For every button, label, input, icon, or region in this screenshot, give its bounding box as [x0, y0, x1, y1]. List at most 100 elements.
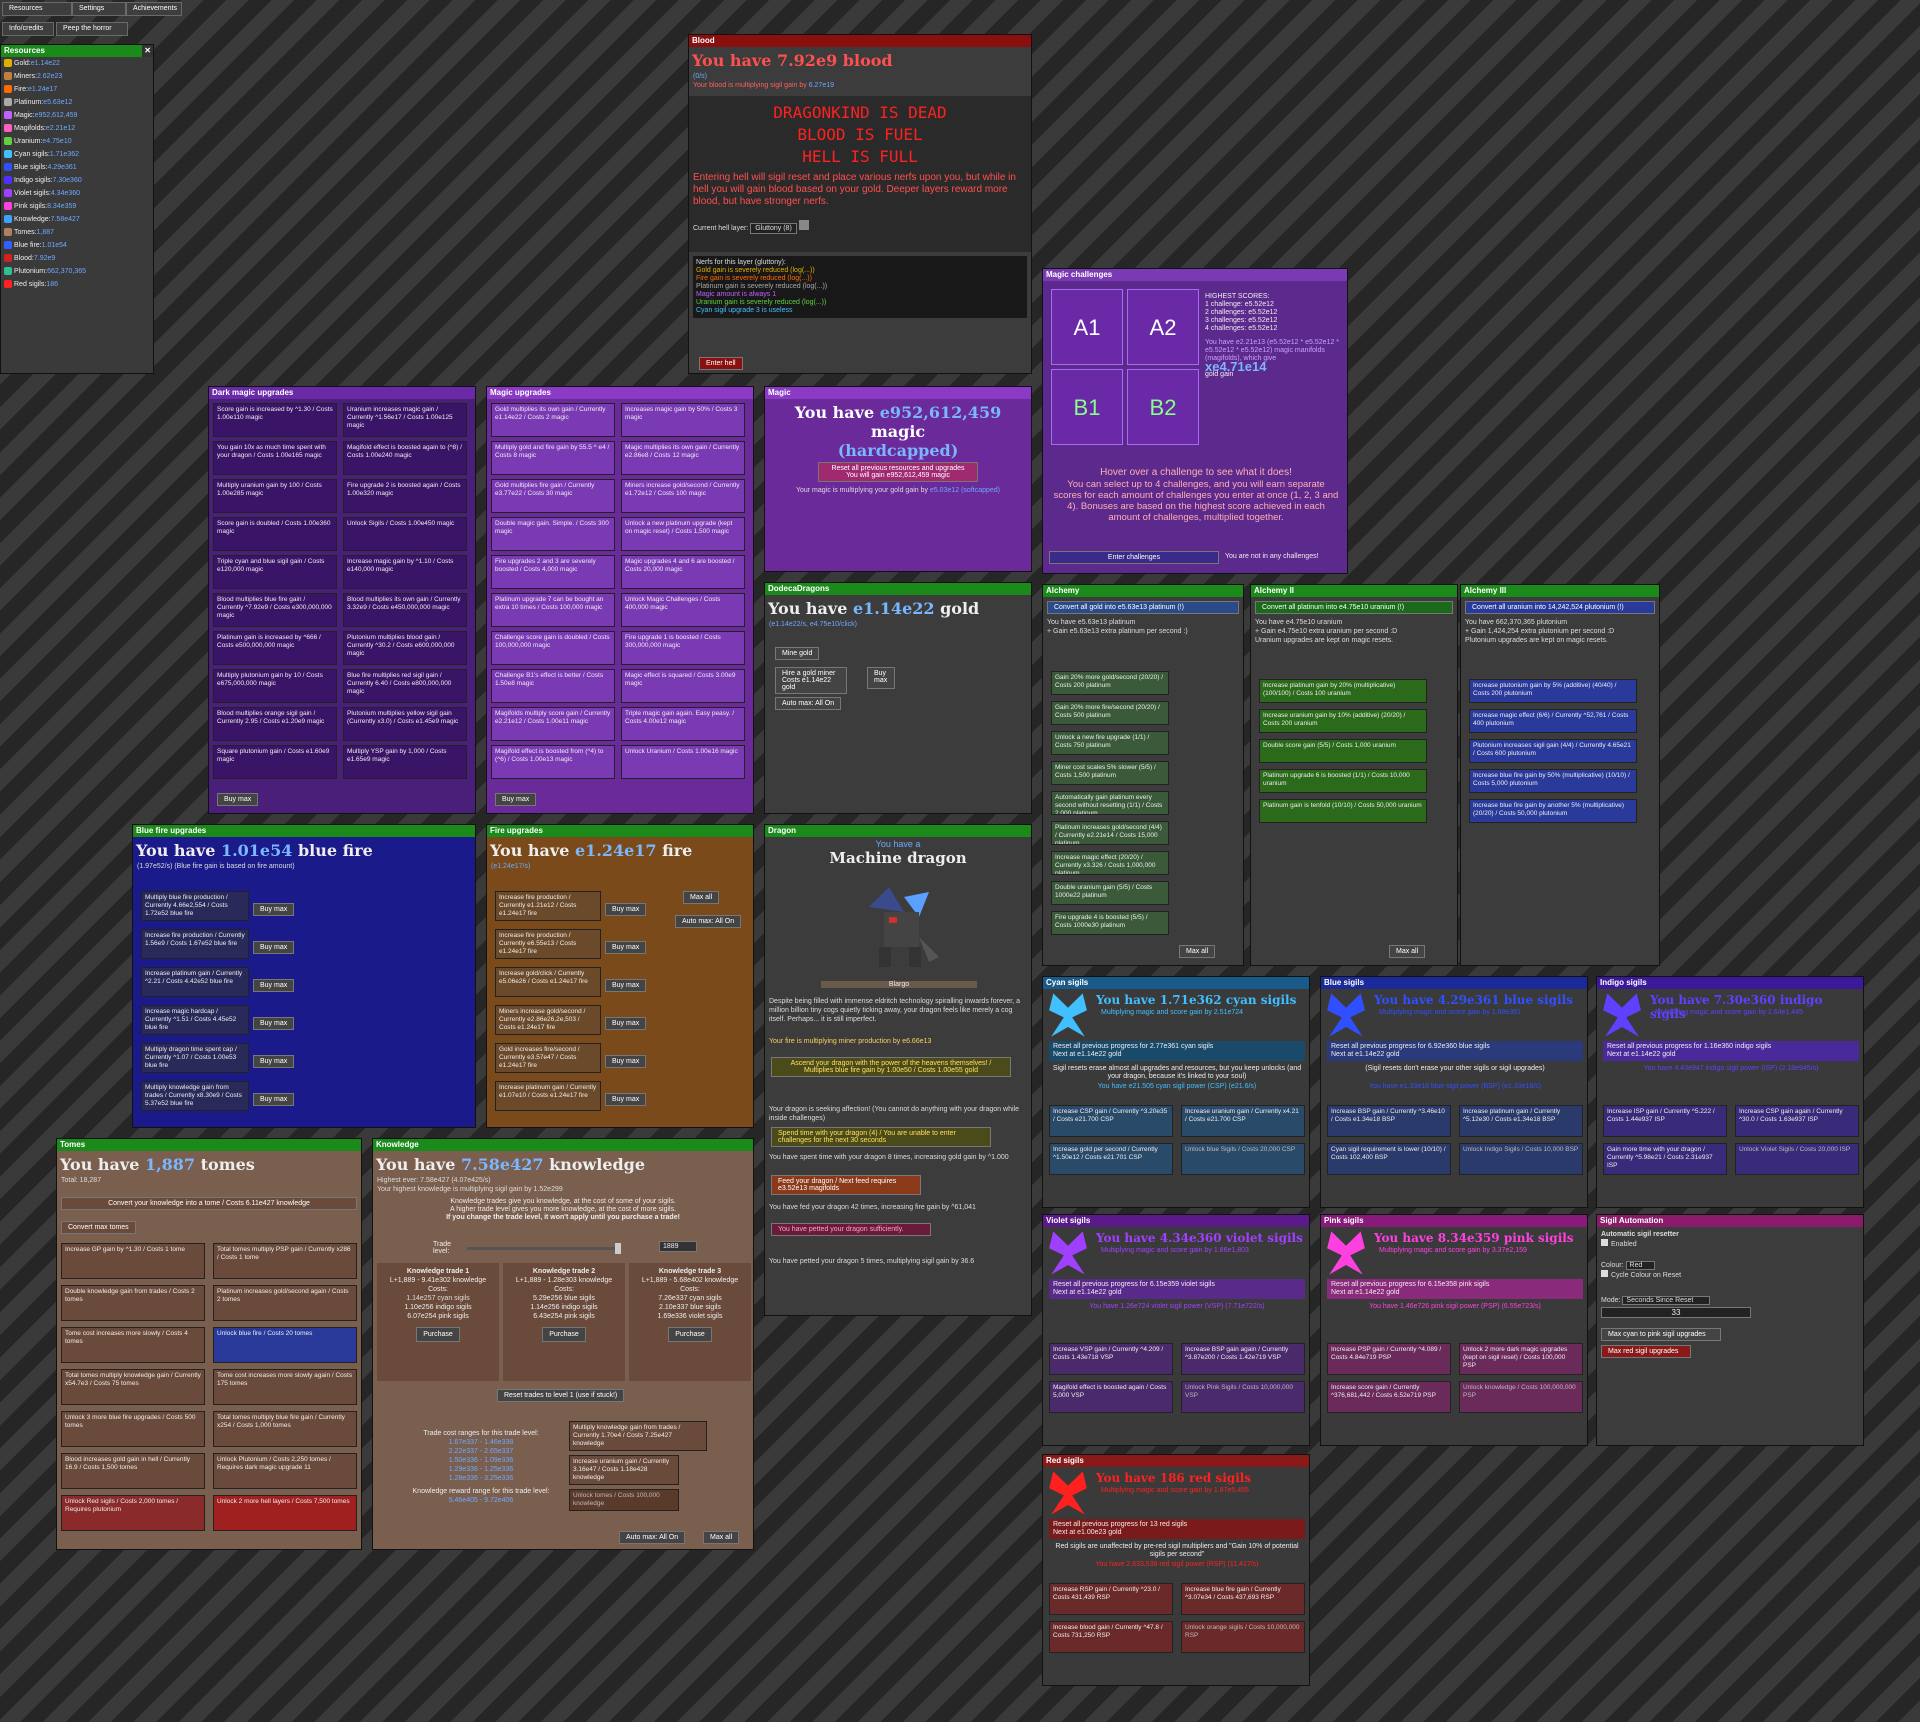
upgrade-button[interactable]: Multiply YSP gain by 1,000 / Costs e1.65… [343, 745, 467, 779]
upgrade-button[interactable]: Magic multiplies its own gain / Currentl… [621, 441, 745, 475]
knowledge-auto-button[interactable]: Auto max: All On [619, 1531, 686, 1544]
upgrade-button[interactable]: Blood multiplies its own gain / Currentl… [343, 593, 467, 627]
tome-upgrade[interactable]: Total tomes multiply PSP gain / Currentl… [213, 1243, 357, 1279]
bluesig-sigil-reset-button[interactable]: Reset all previous progress for 6.92e360… [1327, 1041, 1583, 1061]
pink-sigil-upgrade[interactable]: Unlock 2 more dark magic upgrades (kept … [1459, 1343, 1583, 1375]
knowledge-upgrade-1[interactable]: Multiply knowledge gain from trades / Cu… [569, 1421, 707, 1451]
upgrade-button[interactable]: Blood multiplies orange sigil gain / Cur… [213, 707, 337, 741]
cyan-sigil-upgrade[interactable]: Increase CSP gain / Currently ^3.20e35 /… [1049, 1105, 1173, 1137]
upgrade-button[interactable]: Multiply dragon time spent cap / Current… [141, 1043, 249, 1073]
upgrade-button[interactable]: Gold increases fire/second / Currently e… [495, 1043, 601, 1073]
upgrade-button[interactable]: Challenge score gain is doubled / Costs … [491, 631, 615, 665]
pink-sigil-upgrade[interactable]: Increase PSP gain / Currently ^4.089 / C… [1327, 1343, 1451, 1375]
reset-trades-button[interactable]: Reset trades to level 1 (use if stuck!) [497, 1389, 625, 1402]
convert-gold-button[interactable]: Convert all gold into e5.63e13 platinum … [1047, 601, 1239, 614]
upgrade-button[interactable]: Unlock Sigils / Costs 1.00e450 magic [343, 517, 467, 551]
convert-uranium-button[interactable]: Convert all uranium into 14,242,524 plut… [1465, 601, 1655, 614]
upgrade-button[interactable]: Fire upgrade 1 is boosted / Costs 300,00… [621, 631, 745, 665]
tome-upgrade[interactable]: Double knowledge gain from trades / Cost… [61, 1285, 205, 1321]
cycle-checkbox[interactable] [1601, 1270, 1608, 1277]
cyan-sigil-upgrade[interactable]: Unlock blue Sigils / Costs 20,000 CSP [1181, 1143, 1305, 1175]
indigo-sigil-upgrade[interactable]: Unlock Violet Sigils / Costs 20,000 ISP [1735, 1143, 1859, 1175]
upgrade-button[interactable]: Multiply knowledge gain from trades / Cu… [141, 1081, 249, 1111]
upgrade-button[interactable]: Platinum increases gold/second (4/4) / C… [1051, 821, 1169, 845]
upgrade-button[interactable]: Increase blue fire gain by 50% (multipli… [1469, 769, 1637, 793]
tome-upgrade[interactable]: Tome cost increases more slowly / Costs … [61, 1327, 205, 1363]
upgrade-button[interactable]: Unlock a new platinum upgrade (kept on m… [621, 517, 745, 551]
upgrade-button[interactable]: Gain 20% more gold/second (20/20) / Cost… [1051, 671, 1169, 695]
indigo-sigil-reset-button[interactable]: Reset all previous progress for 1.16e360… [1603, 1041, 1859, 1061]
purchase-trade-3[interactable]: Purchase [668, 1327, 712, 1342]
upgrade-button[interactable]: Triple magic gain again. Easy peasy. / C… [621, 707, 745, 741]
bluesig-sigil-upgrade[interactable]: Cyan sigil requirement is lower (10/10) … [1327, 1143, 1451, 1175]
buy-max-button[interactable]: Buy max [253, 941, 295, 954]
upgrade-button[interactable]: Increase platinum gain by 20% (multiplic… [1259, 679, 1427, 703]
tome-upgrade[interactable]: Increase GP gain by ^1.30 / Costs 1 tome [61, 1243, 205, 1279]
upgrade-button[interactable]: Increase magic effect (20/20) / Currentl… [1051, 851, 1169, 875]
alchemy2-max-all-button[interactable]: Max all [1389, 945, 1426, 958]
upgrade-button[interactable]: Miners increase gold/second / Currently … [495, 1005, 601, 1035]
tome-upgrade[interactable]: Unlock Red sigils / Costs 2,000 tomes / … [61, 1495, 205, 1531]
indigo-sigil-upgrade[interactable]: Gain more time with your dragon / Curren… [1603, 1143, 1727, 1175]
tome-upgrade[interactable]: Platinum increases gold/second again / C… [213, 1285, 357, 1321]
dragon-image[interactable] [849, 877, 949, 977]
upgrade-button[interactable]: Square plutonium gain / Costs e1.60e9 ma… [213, 745, 337, 779]
upgrade-button[interactable]: Blue fire multiplies red sigil gain / Cu… [343, 669, 467, 703]
upgrade-button[interactable]: Increase fire production / Currently e6.… [495, 929, 601, 959]
trade-level-input[interactable]: 1889 [659, 1241, 697, 1252]
alchemy-max-all-button[interactable]: Max all [1179, 945, 1216, 958]
upgrade-button[interactable]: Unlock Magic Challenges / Costs 400,000 … [621, 593, 745, 627]
red-sigil-reset-button[interactable]: Reset all previous progress for 13 red s… [1049, 1519, 1305, 1539]
bluesig-sigil-upgrade[interactable]: Unlock Indigo Sigils / Costs 10,000 BSP [1459, 1143, 1583, 1175]
cyan-sigil-upgrade[interactable]: Increase gold per second / Currently ^1.… [1049, 1143, 1173, 1175]
buy-max-button[interactable]: Buy max [253, 1055, 295, 1068]
upgrade-button[interactable]: Increase fire production / Currently e1.… [495, 891, 601, 921]
upgrade-button[interactable]: Fire upgrades 2 and 3 are severely boost… [491, 555, 615, 589]
upgrade-button[interactable]: Platinum gain is tenfold (10/10) / Costs… [1259, 799, 1427, 823]
peep-button[interactable]: Peep the horror [56, 22, 128, 36]
indigo-sigil-upgrade[interactable]: Increase ISP gain / Currently ^5.222 / C… [1603, 1105, 1727, 1137]
upgrade-button[interactable]: Score gain is doubled / Costs 1.00e360 m… [213, 517, 337, 551]
buy-max-button[interactable]: Buy max [253, 1017, 295, 1030]
upgrade-button[interactable]: Plutonium multiplies blood gain / Curren… [343, 631, 467, 665]
pink-sigil-reset-button[interactable]: Reset all previous progress for 6.15e358… [1327, 1279, 1583, 1299]
bluesig-sigil-upgrade[interactable]: Increase BSP gain / Currently ^3.46e10 /… [1327, 1105, 1451, 1137]
upgrade-button[interactable]: Platinum upgrade 7 can be bought an extr… [491, 593, 615, 627]
upgrade-button[interactable]: Multiply gold and fire gain by 55.5 ^ e4… [491, 441, 615, 475]
tome-upgrade[interactable]: Unlock blue fire / Costs 20 tomes [213, 1327, 357, 1363]
upgrade-button[interactable]: Magifold effect is boosted again to (^8)… [343, 441, 467, 475]
slider-handle[interactable] [615, 1243, 621, 1254]
upgrade-button[interactable]: Double score gain (5/5) / Costs 1,000 ur… [1259, 739, 1427, 763]
upgrade-button[interactable]: Miner cost scales 5% slower (5/5) / Cost… [1051, 761, 1169, 785]
upgrade-button[interactable]: Fire upgrade 2 is boosted again / Costs … [343, 479, 467, 513]
fire-max-all-button[interactable]: Max all [683, 891, 720, 904]
upgrade-button[interactable]: Triple cyan and blue sigil gain / Costs … [213, 555, 337, 589]
spend-time-button[interactable]: Spend time with your dragon (4) / You ar… [771, 1127, 991, 1147]
pink-sigil-upgrade[interactable]: Increase score gain / Currently ^376,681… [1327, 1381, 1451, 1413]
upgrade-button[interactable]: Gold multiplies its own gain / Currently… [491, 403, 615, 437]
feed-dragon-button[interactable]: Feed your dragon / Next feed requires e3… [771, 1175, 921, 1195]
upgrade-button[interactable]: Uranium increases magic gain / Currently… [343, 403, 467, 437]
upgrade-button[interactable]: Plutonium multiplies yellow sigil gain (… [343, 707, 467, 741]
hell-layer-stepper[interactable] [798, 220, 809, 230]
trade-level-slider[interactable] [467, 1243, 621, 1254]
buy-max-button[interactable]: Buy max [253, 979, 295, 992]
upgrade-button[interactable]: Fire upgrade 4 is boosted (5/5) / Costs … [1051, 911, 1169, 935]
buy-max-button[interactable]: Buy max [605, 941, 647, 954]
info-button[interactable]: Info/credits [2, 22, 54, 36]
challenge-a2[interactable]: A2 [1127, 289, 1199, 365]
pet-dragon-button[interactable]: You have petted your dragon sufficiently… [771, 1223, 931, 1236]
upgrade-button[interactable]: Increase platinum gain / Currently e1.07… [495, 1081, 601, 1111]
settings-button[interactable]: Settings [72, 2, 126, 16]
buy-max-button[interactable]: Buy max [253, 903, 295, 916]
red-sigil-upgrade[interactable]: Increase blood gain / Currently ^47.8 / … [1049, 1621, 1173, 1653]
cyan-sigil-reset-button[interactable]: Reset all previous progress for 2.77e361… [1049, 1041, 1305, 1061]
convert-max-tomes-button[interactable]: Convert max tomes [61, 1221, 136, 1234]
knowledge-upgrade-3[interactable]: Unlock tomes / Costs 100,000 knowledge [569, 1489, 679, 1511]
purchase-trade-1[interactable]: Purchase [416, 1327, 460, 1342]
upgrade-button[interactable]: Increase magic effect (6/6) / Currently … [1469, 709, 1637, 733]
upgrade-button[interactable]: Blood multiplies blue fire gain / Curren… [213, 593, 337, 627]
upgrade-button[interactable]: Double uranium gain (5/5) / Costs 1000e2… [1051, 881, 1169, 905]
purchase-trade-2[interactable]: Purchase [542, 1327, 586, 1342]
enabled-checkbox[interactable] [1601, 1239, 1608, 1246]
